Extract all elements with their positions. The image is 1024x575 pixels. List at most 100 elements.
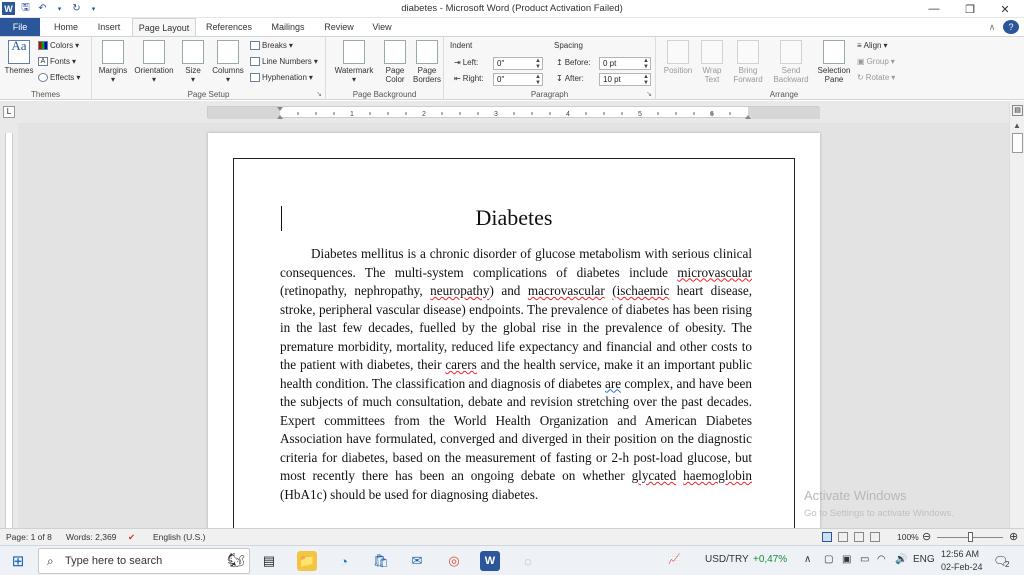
vertical-scrollbar[interactable]: ▤ ▲ <box>1009 101 1024 528</box>
size-button[interactable]: Size ▾ <box>180 40 206 84</box>
minimize-button[interactable]: — <box>917 0 951 18</box>
close-button[interactable]: ✕ <box>988 0 1022 18</box>
group-button[interactable]: ▣ Group ▾ <box>857 57 895 66</box>
ticker-symbol[interactable]: USD/TRY <box>705 554 749 565</box>
spelling-error[interactable]: glycated <box>632 468 677 483</box>
page-color-button[interactable]: Page Color <box>380 40 410 84</box>
file-explorer-icon[interactable]: 📁 <box>297 551 317 571</box>
tab-home[interactable]: Home <box>47 18 85 36</box>
spelling-error[interactable]: neuropathy <box>430 283 489 298</box>
spacing-after-input[interactable]: 10 pt ▲ ▼ <box>599 73 651 86</box>
print-layout-icon[interactable] <box>822 532 832 542</box>
spinner-icon[interactable]: ▲ ▼ <box>535 74 541 86</box>
wifi-icon[interactable]: ◠ <box>877 554 886 565</box>
tab-review[interactable]: Review <box>318 18 360 36</box>
tab-view[interactable]: View <box>364 18 400 36</box>
web-layout-icon[interactable] <box>854 532 864 542</box>
page-count[interactable]: Page: 1 of 8 <box>6 532 52 542</box>
selection-pane-button[interactable]: Selection Pane <box>814 40 854 84</box>
svg-text:1: 1 <box>350 111 354 118</box>
task-view-icon[interactable]: ▤ <box>259 551 279 571</box>
dialog-launcher-icon[interactable]: ↘ <box>316 90 322 98</box>
spelling-error[interactable]: microvascular <box>677 265 752 280</box>
line-numbers-button[interactable]: Line Numbers ▾ <box>250 57 318 66</box>
edge-icon[interactable]: ◔ <box>334 551 354 571</box>
restore-button[interactable]: ❐ <box>953 0 987 18</box>
spelling-error[interactable]: haemoglobin <box>683 468 752 483</box>
page-borders-button[interactable]: Page Borders <box>412 40 442 84</box>
bring-forward-button[interactable]: Bring Forward <box>728 40 768 84</box>
mail-icon[interactable]: ✉ <box>407 551 427 571</box>
zoom-slider-thumb[interactable] <box>968 532 973 542</box>
dialog-launcher-icon[interactable]: ↘ <box>646 90 652 98</box>
tab-file[interactable]: File <box>0 18 40 36</box>
word-count[interactable]: Words: 2,369 <box>66 532 116 542</box>
selection-pane-icon <box>823 40 845 64</box>
scroll-up-icon[interactable]: ▲ <box>1013 121 1021 130</box>
spelling-error[interactable]: carers <box>445 357 476 372</box>
ticker-change[interactable]: +0,47% <box>753 554 787 565</box>
document-page[interactable]: Diabetes Diabetes mellitus is a chronic … <box>208 133 820 528</box>
indent-right-input[interactable]: 0" ▲ ▼ <box>493 73 543 86</box>
spinner-icon[interactable]: ▲ ▼ <box>643 58 649 70</box>
zoom-out-icon[interactable]: ⊖ <box>922 530 931 543</box>
align-button[interactable]: ≡ Align ▾ <box>857 41 887 50</box>
wrap-text-button[interactable]: Wrap Text <box>698 40 726 84</box>
tab-mailings[interactable]: Mailings <box>262 18 314 36</box>
tab-page-layout[interactable]: Page Layout <box>132 18 196 37</box>
outline-icon[interactable] <box>870 532 880 542</box>
volume-icon[interactable]: 🔊 <box>895 554 907 565</box>
tab-selector-icon[interactable]: L <box>3 106 15 118</box>
hyphenation-button[interactable]: Hyphenation ▾ <box>250 73 313 82</box>
chrome-icon[interactable]: ◎ <box>444 551 464 571</box>
vertical-ruler[interactable] <box>0 123 18 528</box>
show-hidden-icon[interactable]: ∧ <box>804 554 811 565</box>
proofing-icon[interactable]: ✔ <box>128 532 135 543</box>
document-paragraph[interactable]: Diabetes mellitus is a chronic disorder … <box>280 245 752 504</box>
indent-left-input[interactable]: 0" ▲ ▼ <box>493 57 543 70</box>
taskbar: ⊞ ⌕ Type here to search 🐿 ▤ 📁 ◔ 🛍 ✉ ◎ W … <box>0 545 1024 575</box>
help-icon[interactable]: ? <box>1003 20 1019 34</box>
clock-time[interactable]: 12:56 AM <box>941 549 979 559</box>
fonts-button[interactable]: A Fonts ▾ <box>38 57 76 66</box>
orientation-button[interactable]: Orientation ▾ <box>131 40 177 84</box>
language[interactable]: English (U.S.) <box>153 532 205 542</box>
ticker-icon[interactable]: 📈 <box>668 554 680 565</box>
spinner-icon[interactable]: ▲ ▼ <box>535 58 541 70</box>
minimize-ribbon-icon[interactable]: ∧ <box>985 18 999 36</box>
zoom-level[interactable]: 100% <box>897 532 919 542</box>
themes-button[interactable]: Aa Themes <box>3 39 35 75</box>
effects-button[interactable]: Effects ▾ <box>38 73 80 82</box>
search-box[interactable]: ⌕ Type here to search 🐿 <box>38 548 250 574</box>
margins-button[interactable]: Margins ▾ <box>95 40 131 84</box>
app-taskbar-icon[interactable]: ◌ <box>518 551 538 571</box>
tab-references[interactable]: References <box>200 18 258 36</box>
spinner-icon[interactable]: ▲ ▼ <box>643 74 649 86</box>
horizontal-ruler[interactable]: 1 2 3 4 5 6 <box>207 106 820 119</box>
security-icon[interactable]: ▣ <box>842 554 851 565</box>
document-heading[interactable]: Diabetes <box>208 205 820 231</box>
position-button[interactable]: Position <box>660 40 696 75</box>
battery-icon[interactable]: ▭ <box>860 554 869 565</box>
windows-start-icon[interactable]: ⊞ <box>8 551 28 571</box>
grammar-error[interactable]: are <box>605 376 621 391</box>
scrollbar-thumb[interactable] <box>1012 133 1023 153</box>
spacing-before-input[interactable]: 0 pt ▲ ▼ <box>599 57 651 70</box>
breaks-button[interactable]: Breaks ▾ <box>250 41 293 50</box>
language-indicator[interactable]: ENG <box>913 554 935 565</box>
word-taskbar-icon[interactable]: W <box>480 551 500 571</box>
rotate-button[interactable]: ↻ Rotate ▾ <box>857 73 895 82</box>
spelling-error[interactable]: macrovascular <box>528 283 605 298</box>
zoom-in-icon[interactable]: ⊕ <box>1009 530 1018 543</box>
tab-insert[interactable]: Insert <box>90 18 128 36</box>
columns-button[interactable]: Columns ▾ <box>210 40 246 84</box>
onedrive-icon[interactable]: ▢ <box>824 554 833 565</box>
store-icon[interactable]: 🛍 <box>371 551 391 571</box>
watermark-button[interactable]: Watermark ▾ <box>330 40 378 84</box>
colors-button[interactable]: Colors ▾ <box>38 41 79 50</box>
full-screen-icon[interactable] <box>838 532 848 542</box>
send-backward-button[interactable]: Send Backward <box>770 40 812 84</box>
ruler-toggle-icon[interactable]: ▤ <box>1012 105 1023 116</box>
spelling-error[interactable]: (ischaemic <box>612 283 669 298</box>
clock-date[interactable]: 02-Feb-24 <box>941 562 983 572</box>
